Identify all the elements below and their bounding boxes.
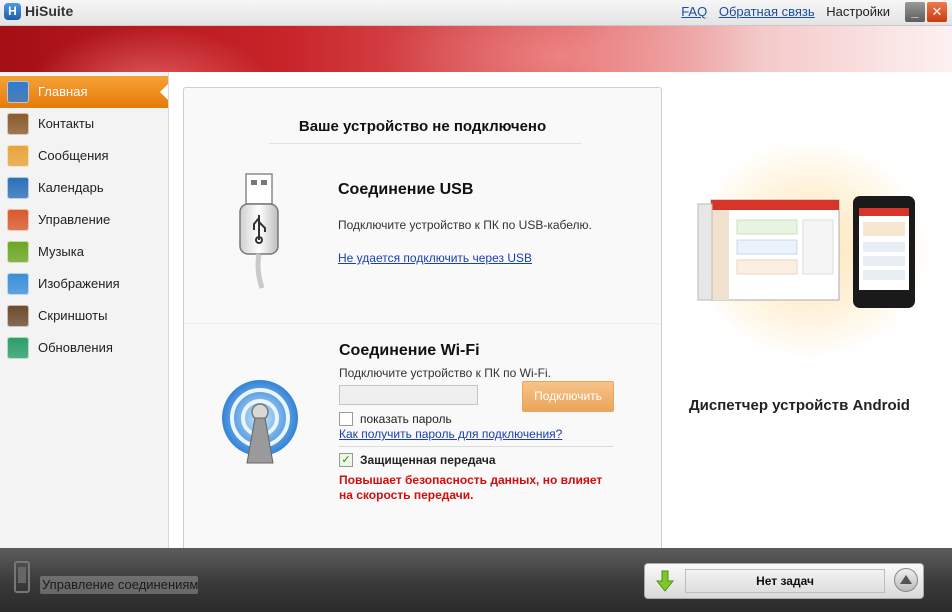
sidebar-item-label: Музыка — [38, 244, 84, 259]
task-widget: Нет задач — [644, 563, 924, 599]
usb-section-title: Соединение USB — [338, 181, 474, 198]
section-divider — [184, 323, 661, 324]
sidebar-item-label: Контакты — [38, 116, 95, 131]
images-icon — [7, 273, 29, 295]
device-manager-promo-image — [697, 196, 915, 308]
expand-tasks-button[interactable] — [894, 568, 918, 592]
divider — [269, 143, 581, 144]
sidebar-item-label: Обновления — [38, 340, 113, 355]
header-banner — [0, 26, 952, 72]
sidebar-item-label: Скриншоты — [38, 308, 108, 323]
get-password-link[interactable]: Как получить пароль для подключения? — [339, 427, 562, 441]
task-status: Нет задач — [685, 569, 885, 593]
secure-transfer-label: Защищенная передача — [360, 453, 496, 467]
calendar-icon — [7, 177, 29, 199]
promo-caption: Диспетчер устройств Android — [689, 397, 910, 414]
phone-icon — [14, 561, 30, 593]
camera-icon — [7, 305, 29, 327]
sidebar-item-6[interactable]: Изображения — [0, 268, 168, 300]
minimize-button[interactable]: _ — [905, 2, 925, 22]
sidebar-item-label: Сообщения — [38, 148, 109, 163]
page-title: Ваше устройство не подключено — [298, 118, 547, 135]
connection-panel: Ваше устройство не подключено Соединение… — [183, 87, 662, 549]
sidebar-item-label: Изображения — [38, 276, 120, 291]
apps-icon — [7, 209, 29, 231]
hisuite-logo-icon: H — [4, 3, 21, 20]
connect-button[interactable]: Подключить — [522, 381, 614, 412]
faq-link[interactable]: FAQ — [681, 4, 707, 19]
show-password-checkbox[interactable] — [339, 412, 353, 426]
wifi-password-input[interactable] — [339, 385, 478, 405]
home-icon — [7, 81, 29, 103]
sidebar-item-2[interactable]: Сообщения — [0, 140, 168, 172]
sidebar-nav: Главная Контакты Сообщения Календарь Управле… — [0, 72, 169, 548]
sidebar-item-0[interactable]: Главная — [0, 76, 168, 108]
top-links: FAQ Обратная связь Настройки — [673, 4, 890, 19]
feedback-link[interactable]: Обратная связь — [719, 4, 815, 19]
app-title: HiSuite — [25, 3, 74, 19]
title-bar: H HiSuite FAQ Обратная связь Настройки _… — [0, 0, 952, 26]
secure-transfer-warning: Повышает безопасность данных, но влияет … — [339, 473, 603, 502]
connection-manager-button[interactable]: Управление соединениями — [40, 576, 198, 594]
show-password-label: показать пароль — [360, 412, 452, 426]
refresh-icon — [7, 337, 29, 359]
usb-plug-icon — [239, 173, 279, 289]
usb-help-link[interactable]: Не удается подключить через USB — [338, 251, 532, 265]
secure-transfer-checkbox[interactable]: ✓ — [339, 453, 353, 467]
sidebar-item-label: Управление — [38, 212, 111, 227]
sidebar-item-8[interactable]: Обновления — [0, 332, 168, 364]
sidebar-item-1[interactable]: Контакты — [0, 108, 168, 140]
download-arrow-icon — [655, 570, 675, 592]
wifi-antenna-icon — [222, 380, 298, 464]
sidebar-item-label: Календарь — [38, 180, 104, 195]
music-icon — [7, 241, 29, 263]
usb-description: Подключите устройство к ПК по USB-кабелю… — [338, 218, 592, 232]
contacts-icon — [7, 113, 29, 135]
divider — [339, 446, 613, 447]
sidebar-item-label: Главная — [38, 84, 88, 99]
sidebar-item-7[interactable]: Скриншоты — [0, 300, 168, 332]
settings-link[interactable]: Настройки — [826, 4, 890, 19]
sidebar-item-4[interactable]: Управление — [0, 204, 168, 236]
sidebar-item-3[interactable]: Календарь — [0, 172, 168, 204]
close-button[interactable]: ✕ — [927, 2, 947, 22]
sidebar-item-5[interactable]: Музыка — [0, 236, 168, 268]
wifi-section-title: Соединение Wi-Fi — [339, 342, 480, 359]
envelope-icon — [7, 145, 29, 167]
wifi-description: Подключите устройство к ПК по Wi-Fi. — [339, 366, 551, 380]
